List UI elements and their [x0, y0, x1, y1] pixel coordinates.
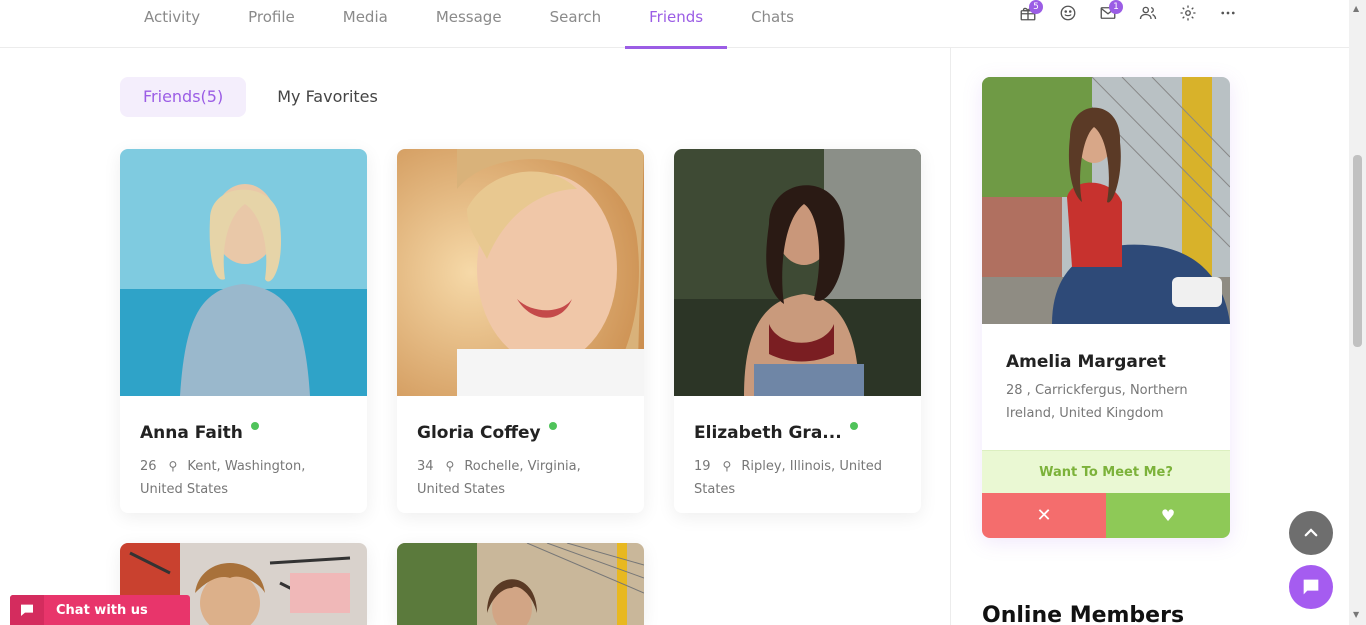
online-indicator: [548, 422, 557, 430]
tab-search[interactable]: Search: [526, 0, 626, 48]
mail-badge: 1: [1109, 0, 1123, 14]
friend-name[interactable]: Elizabeth Gra...: [694, 423, 842, 443]
location-pin-icon: ⚲: [445, 459, 455, 473]
top-navigation: Activity Profile Media Message Search Fr…: [0, 0, 1349, 49]
meet-name[interactable]: Amelia Margaret: [1006, 352, 1166, 372]
friend-photo[interactable]: [674, 149, 921, 396]
tab-profile[interactable]: Profile: [224, 0, 319, 48]
gift-icon[interactable]: 5: [1008, 0, 1048, 24]
friend-name[interactable]: Gloria Coffey: [417, 423, 541, 443]
friend-photo[interactable]: [120, 149, 367, 396]
friend-age: 26: [140, 459, 157, 474]
chat-bubble-icon: [1303, 579, 1319, 595]
scrollbar-thumb[interactable]: [1353, 155, 1362, 347]
header-icons: 5 1: [1008, 0, 1248, 24]
chat-with-us-bar[interactable]: Chat with us: [10, 595, 190, 625]
tab-friends-list[interactable]: Friends(5): [120, 77, 247, 117]
friend-card[interactable]: [397, 543, 644, 625]
users-icon[interactable]: [1128, 4, 1168, 24]
tab-chats[interactable]: Chats: [727, 0, 818, 48]
friend-card[interactable]: Elizabeth Gra... 19 ⚲ Ripley, Illinois, Un…: [674, 149, 921, 513]
meet-me-card: Amelia Margaret 28 , Carrickfergus, Nort…: [982, 77, 1230, 538]
heart-icon: ♥: [1160, 506, 1176, 525]
tab-my-favorites[interactable]: My Favorites: [254, 77, 401, 117]
chat-with-us-label: Chat with us: [56, 602, 148, 618]
meet-photo[interactable]: [982, 77, 1230, 324]
friend-photo[interactable]: [397, 149, 644, 396]
friend-meta: 26 ⚲ Kent, Washington, United States: [140, 455, 347, 501]
friend-card[interactable]: Anna Faith 26 ⚲ Kent, Washington, United S…: [120, 149, 367, 513]
profile-tabs: Activity Profile Media Message Search Fr…: [120, 0, 818, 49]
friend-location: Kent, Washington, United States: [140, 459, 306, 497]
meet-meta: 28 , Carrickfergus, Northern Ireland, Un…: [1006, 383, 1188, 421]
friend-card[interactable]: Gloria Coffey 34 ⚲ Rochelle, Virginia, Uni…: [397, 149, 644, 513]
friend-location: Rochelle, Virginia, United States: [417, 459, 581, 497]
sidebar-divider: [950, 48, 951, 625]
online-indicator: [250, 422, 259, 430]
chat-launcher-button[interactable]: [1289, 565, 1333, 609]
want-to-meet-label: Want To Meet Me?: [982, 450, 1230, 493]
tab-message[interactable]: Message: [412, 0, 526, 48]
friend-photo[interactable]: [397, 543, 644, 625]
chat-icon: [10, 595, 44, 625]
location-pin-icon: ⚲: [722, 459, 732, 473]
online-members-heading: Online Members: [982, 603, 1185, 625]
more-icon[interactable]: [1208, 4, 1248, 24]
friends-subtabs: Friends(5) My Favorites: [120, 77, 401, 117]
reject-button[interactable]: ✕: [982, 493, 1106, 538]
friend-meta: 19 ⚲ Ripley, Illinois, United States: [694, 455, 901, 501]
close-icon: ✕: [1036, 505, 1052, 526]
scroll-down-arrow-icon[interactable]: ▼: [1353, 610, 1359, 619]
mail-icon[interactable]: 1: [1088, 0, 1128, 24]
tab-friends[interactable]: Friends: [625, 0, 728, 49]
gear-icon[interactable]: [1168, 4, 1208, 24]
chevron-up-icon: [1304, 528, 1318, 537]
tab-activity[interactable]: Activity: [120, 0, 224, 48]
tab-media[interactable]: Media: [319, 0, 412, 48]
scroll-to-top-button[interactable]: [1289, 511, 1333, 555]
gift-badge: 5: [1029, 0, 1043, 14]
scroll-up-arrow-icon[interactable]: ▲: [1353, 4, 1359, 13]
like-button[interactable]: ♥: [1106, 493, 1230, 538]
smiley-icon[interactable]: [1048, 4, 1088, 24]
friend-age: 34: [417, 459, 434, 474]
page-scrollbar[interactable]: ▲ ▼: [1349, 0, 1366, 625]
friend-age: 19: [694, 459, 711, 474]
online-indicator: [849, 422, 858, 430]
location-pin-icon: ⚲: [168, 459, 178, 473]
friend-name[interactable]: Anna Faith: [140, 423, 243, 443]
friend-meta: 34 ⚲ Rochelle, Virginia, United States: [417, 455, 624, 501]
